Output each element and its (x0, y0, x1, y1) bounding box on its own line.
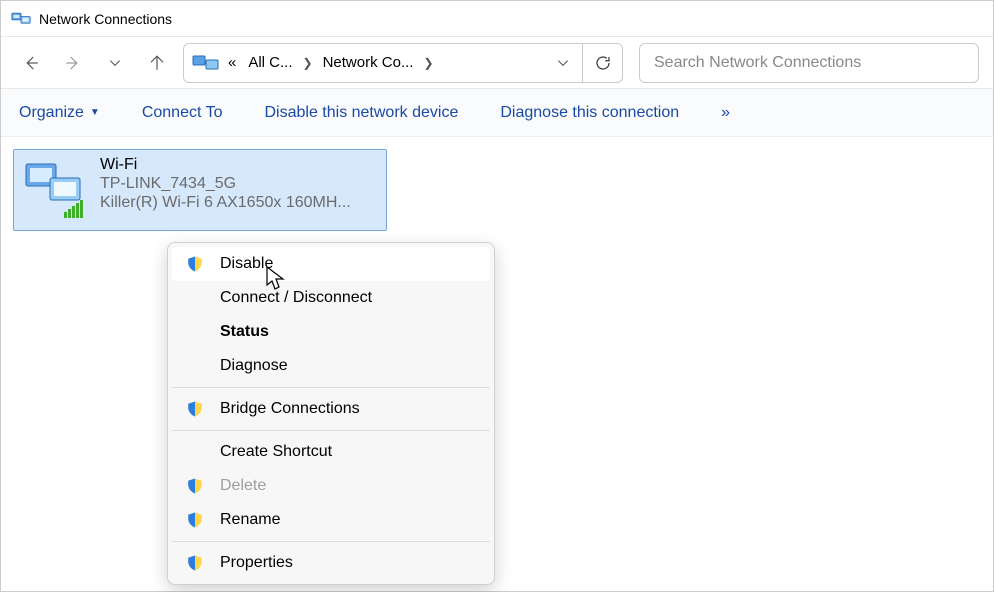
network-connections-icon (11, 9, 31, 29)
ctx-bridge-label: Bridge Connections (220, 400, 360, 418)
adapter-name: Wi-Fi (100, 156, 351, 174)
refresh-button[interactable] (583, 43, 623, 83)
ctx-status-label: Status (220, 323, 269, 341)
organize-label: Organize (19, 104, 84, 122)
adapter-text: Wi-Fi TP-LINK_7434_5G Killer(R) Wi-Fi 6 … (100, 154, 351, 212)
ctx-delete: Delete (172, 469, 490, 503)
ctx-status[interactable]: Status (172, 315, 490, 349)
adapter-hardware: Killer(R) Wi-Fi 6 AX1650x 160MH... (100, 194, 351, 212)
connect-to-button[interactable]: Connect To (142, 104, 223, 122)
navigation-bar: « All C... ❯ Network Co... ❯ (1, 37, 993, 89)
recent-locations-button[interactable] (99, 47, 131, 79)
ctx-diagnose[interactable]: Diagnose (172, 349, 490, 383)
content-area: Wi-Fi TP-LINK_7434_5G Killer(R) Wi-Fi 6 … (1, 137, 993, 243)
up-button[interactable] (141, 47, 173, 79)
back-button[interactable] (15, 47, 47, 79)
chevron-right-icon[interactable]: ❯ (301, 56, 315, 70)
caret-down-icon: ▼ (90, 107, 100, 118)
ctx-diagnose-label: Diagnose (220, 357, 288, 375)
shield-icon (186, 477, 204, 495)
ctx-properties[interactable]: Properties (172, 546, 490, 580)
refresh-icon (594, 54, 612, 72)
ctx-delete-label: Delete (220, 477, 266, 495)
ctx-connect-disconnect-label: Connect / Disconnect (220, 289, 372, 307)
ctx-rename[interactable]: Rename (172, 503, 490, 537)
ctx-properties-label: Properties (220, 554, 293, 572)
breadcrumb-dropdown[interactable] (548, 56, 578, 70)
search-input[interactable] (639, 43, 979, 83)
diagnose-connection-label: Diagnose this connection (500, 104, 679, 122)
network-adapter-item[interactable]: Wi-Fi TP-LINK_7434_5G Killer(R) Wi-Fi 6 … (13, 149, 387, 231)
forward-button[interactable] (57, 47, 89, 79)
ctx-shortcut-label: Create Shortcut (220, 443, 332, 461)
ctx-bridge-connections[interactable]: Bridge Connections (172, 392, 490, 426)
ctx-rename-label: Rename (220, 511, 280, 529)
menu-separator (172, 541, 490, 542)
disable-device-label: Disable this network device (264, 104, 458, 122)
overflow-button[interactable]: » (721, 104, 730, 122)
connect-to-label: Connect To (142, 104, 223, 122)
adapter-icon (20, 154, 92, 226)
arrow-left-icon (22, 54, 40, 72)
ctx-connect-disconnect[interactable]: Connect / Disconnect (172, 281, 490, 315)
shield-icon (186, 554, 204, 572)
breadcrumb-seg-1[interactable]: All C... (244, 54, 296, 71)
breadcrumb-prefix: « (224, 54, 240, 71)
window-title: Network Connections (39, 11, 172, 27)
menu-separator (172, 430, 490, 431)
chevron-down-icon (108, 56, 122, 70)
location-icon (192, 52, 220, 74)
ctx-create-shortcut[interactable]: Create Shortcut (172, 435, 490, 469)
window-titlebar: Network Connections (1, 1, 993, 37)
menu-separator (172, 387, 490, 388)
breadcrumb-seg-2[interactable]: Network Co... (319, 54, 418, 71)
shield-icon (186, 400, 204, 418)
arrow-up-icon (148, 54, 166, 72)
command-bar: Organize ▼ Connect To Disable this netwo… (1, 89, 993, 137)
organize-menu[interactable]: Organize ▼ (19, 104, 100, 122)
chevron-right-icon[interactable]: ❯ (421, 56, 435, 70)
chevron-down-icon (556, 56, 570, 70)
disable-device-button[interactable]: Disable this network device (264, 104, 458, 122)
adapter-ssid: TP-LINK_7434_5G (100, 175, 351, 193)
ctx-disable-label: Disable (220, 255, 273, 273)
diagnose-connection-button[interactable]: Diagnose this connection (500, 104, 679, 122)
address-breadcrumb[interactable]: « All C... ❯ Network Co... ❯ (183, 43, 583, 83)
ctx-disable[interactable]: Disable (172, 247, 490, 281)
shield-icon (186, 255, 204, 273)
arrow-right-icon (64, 54, 82, 72)
shield-icon (186, 511, 204, 529)
context-menu: Disable Connect / Disconnect Status Diag… (167, 242, 495, 585)
